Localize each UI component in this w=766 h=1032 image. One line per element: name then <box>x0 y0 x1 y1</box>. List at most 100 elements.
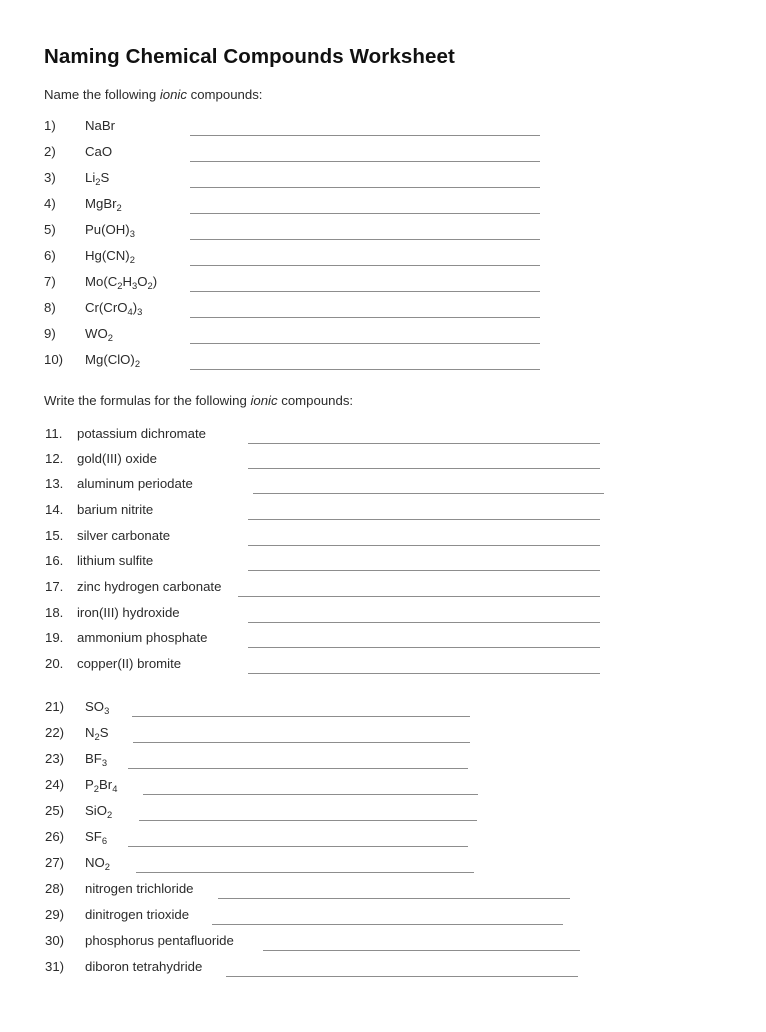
section-2-item-number: 16. <box>45 553 64 568</box>
section-3-item-number: 31) <box>45 959 65 974</box>
section-3-item-label: diboron tetrahydride <box>85 959 203 974</box>
section-3-answer-blank[interactable] <box>212 924 563 925</box>
section-3-item-label: nitrogen trichloride <box>85 881 194 896</box>
section-1-item-label: MgBr2 <box>85 196 122 213</box>
section-3-item-number: 23) <box>45 751 65 766</box>
section-2-item-label: ammonium phosphate <box>77 630 208 645</box>
section-1-item-label: CaO <box>85 144 113 159</box>
section-2-answer-blank[interactable] <box>248 519 600 520</box>
instruction-text: Name the following <box>44 87 160 102</box>
instruction-text: Write the formulas for the following <box>44 393 251 408</box>
section-2-answer-blank[interactable] <box>238 596 600 597</box>
section-1-item-label: Mg(ClO)2 <box>85 352 141 369</box>
section-3-item-number: 27) <box>45 855 65 870</box>
section-3-answer-blank[interactable] <box>263 950 580 951</box>
section-1-item-label: Hg(CN)2 <box>85 248 135 265</box>
section-1-item-number: 5) <box>44 222 56 237</box>
section-1-item-label: Cr(CrO4)3 <box>85 300 143 317</box>
section-2-item-label: zinc hydrogen carbonate <box>77 579 222 594</box>
section-2-instruction: Write the formulas for the following ion… <box>44 393 353 408</box>
section-1-item-number: 7) <box>44 274 56 289</box>
worksheet-page: Naming Chemical Compounds Worksheet Name… <box>0 0 766 1032</box>
section-1-answer-blank[interactable] <box>190 265 540 266</box>
section-2-item-number: 13. <box>45 476 64 491</box>
section-2-answer-blank[interactable] <box>248 545 600 546</box>
section-2-item-number: 12. <box>45 451 64 466</box>
section-2-item-number: 14. <box>45 502 64 517</box>
section-3-answer-blank[interactable] <box>132 716 470 717</box>
section-1-item-number: 9) <box>44 326 56 341</box>
section-3-answer-blank[interactable] <box>128 768 468 769</box>
section-3-item-number: 29) <box>45 907 65 922</box>
section-3-item-label: dinitrogen trioxide <box>85 907 190 922</box>
section-3-item-number: 30) <box>45 933 65 948</box>
section-1-item-number: 2) <box>44 144 56 159</box>
section-3-item-label: SO3 <box>85 699 110 716</box>
page-title: Naming Chemical Compounds Worksheet <box>44 45 455 68</box>
section-2-answer-blank[interactable] <box>248 570 600 571</box>
section-3-item-label: BF3 <box>85 751 108 768</box>
section-1-item-label: WO2 <box>85 326 113 343</box>
section-1-item-number: 10) <box>44 352 64 367</box>
section-1-answer-blank[interactable] <box>190 213 540 214</box>
section-2-answer-blank[interactable] <box>248 673 600 674</box>
section-2-item-number: 20. <box>45 656 64 671</box>
section-1-answer-blank[interactable] <box>190 187 540 188</box>
section-2-item-label: aluminum periodate <box>77 476 193 491</box>
section-1-item-number: 4) <box>44 196 56 211</box>
section-2-item-number: 11. <box>45 426 63 441</box>
instruction-text: compounds: <box>186 87 263 102</box>
section-1-answer-blank[interactable] <box>190 161 540 162</box>
section-2-item-number: 18. <box>45 605 64 620</box>
section-1-item-label: Pu(OH)3 <box>85 222 135 239</box>
section-1-answer-blank[interactable] <box>190 135 540 136</box>
section-2-item-label: lithium sulfite <box>77 553 154 568</box>
section-3-answer-blank[interactable] <box>139 820 477 821</box>
section-1-item-number: 6) <box>44 248 56 263</box>
section-2-answer-blank[interactable] <box>253 493 604 494</box>
section-3-item-number: 24) <box>45 777 65 792</box>
section-2-item-number: 17. <box>45 579 64 594</box>
section-3-answer-blank[interactable] <box>226 976 578 977</box>
section-3-answer-blank[interactable] <box>136 872 474 873</box>
section-3-item-label: N2S <box>85 725 109 742</box>
section-1-item-number: 3) <box>44 170 56 185</box>
section-1-answer-blank[interactable] <box>190 239 540 240</box>
section-3-item-number: 22) <box>45 725 65 740</box>
section-1-answer-blank[interactable] <box>190 291 540 292</box>
section-3-item-number: 28) <box>45 881 65 896</box>
section-1-item-number: 1) <box>44 118 56 133</box>
section-2-answer-blank[interactable] <box>248 468 600 469</box>
instruction-text: compounds: <box>277 393 354 408</box>
section-3-answer-blank[interactable] <box>128 846 468 847</box>
section-2-item-label: silver carbonate <box>77 528 171 543</box>
section-1-item-label: Li2S <box>85 170 110 187</box>
section-2-item-number: 19. <box>45 630 64 645</box>
section-1-instruction: Name the following ionic compounds: <box>44 87 262 102</box>
section-3-item-label: P2Br4 <box>85 777 118 794</box>
section-2-answer-blank[interactable] <box>248 622 600 623</box>
instruction-emphasis: ionic <box>159 87 187 102</box>
section-3-item-label: phosphorus pentafluoride <box>85 933 234 948</box>
section-1-answer-blank[interactable] <box>190 369 540 370</box>
section-2-item-label: potassium dichromate <box>77 426 207 441</box>
section-2-answer-blank[interactable] <box>248 443 600 444</box>
section-3-item-number: 25) <box>45 803 65 818</box>
section-2-answer-blank[interactable] <box>248 647 600 648</box>
section-2-item-label: barium nitrite <box>77 502 154 517</box>
section-3-item-number: 21) <box>45 699 65 714</box>
section-3-item-label: SF6 <box>85 829 108 846</box>
section-1-answer-blank[interactable] <box>190 343 540 344</box>
section-3-item-number: 26) <box>45 829 65 844</box>
section-1-answer-blank[interactable] <box>190 317 540 318</box>
section-3-item-label: NO2 <box>85 855 110 872</box>
section-1-item-label: NaBr <box>85 118 116 133</box>
section-2-item-number: 15. <box>45 528 64 543</box>
section-3-answer-blank[interactable] <box>143 794 478 795</box>
section-3-answer-blank[interactable] <box>133 742 470 743</box>
section-1-item-number: 8) <box>44 300 56 315</box>
section-3-item-label: SiO2 <box>85 803 113 820</box>
section-3-answer-blank[interactable] <box>218 898 570 899</box>
section-2-item-label: copper(II) bromite <box>77 656 182 671</box>
section-2-item-label: gold(III) oxide <box>77 451 157 466</box>
